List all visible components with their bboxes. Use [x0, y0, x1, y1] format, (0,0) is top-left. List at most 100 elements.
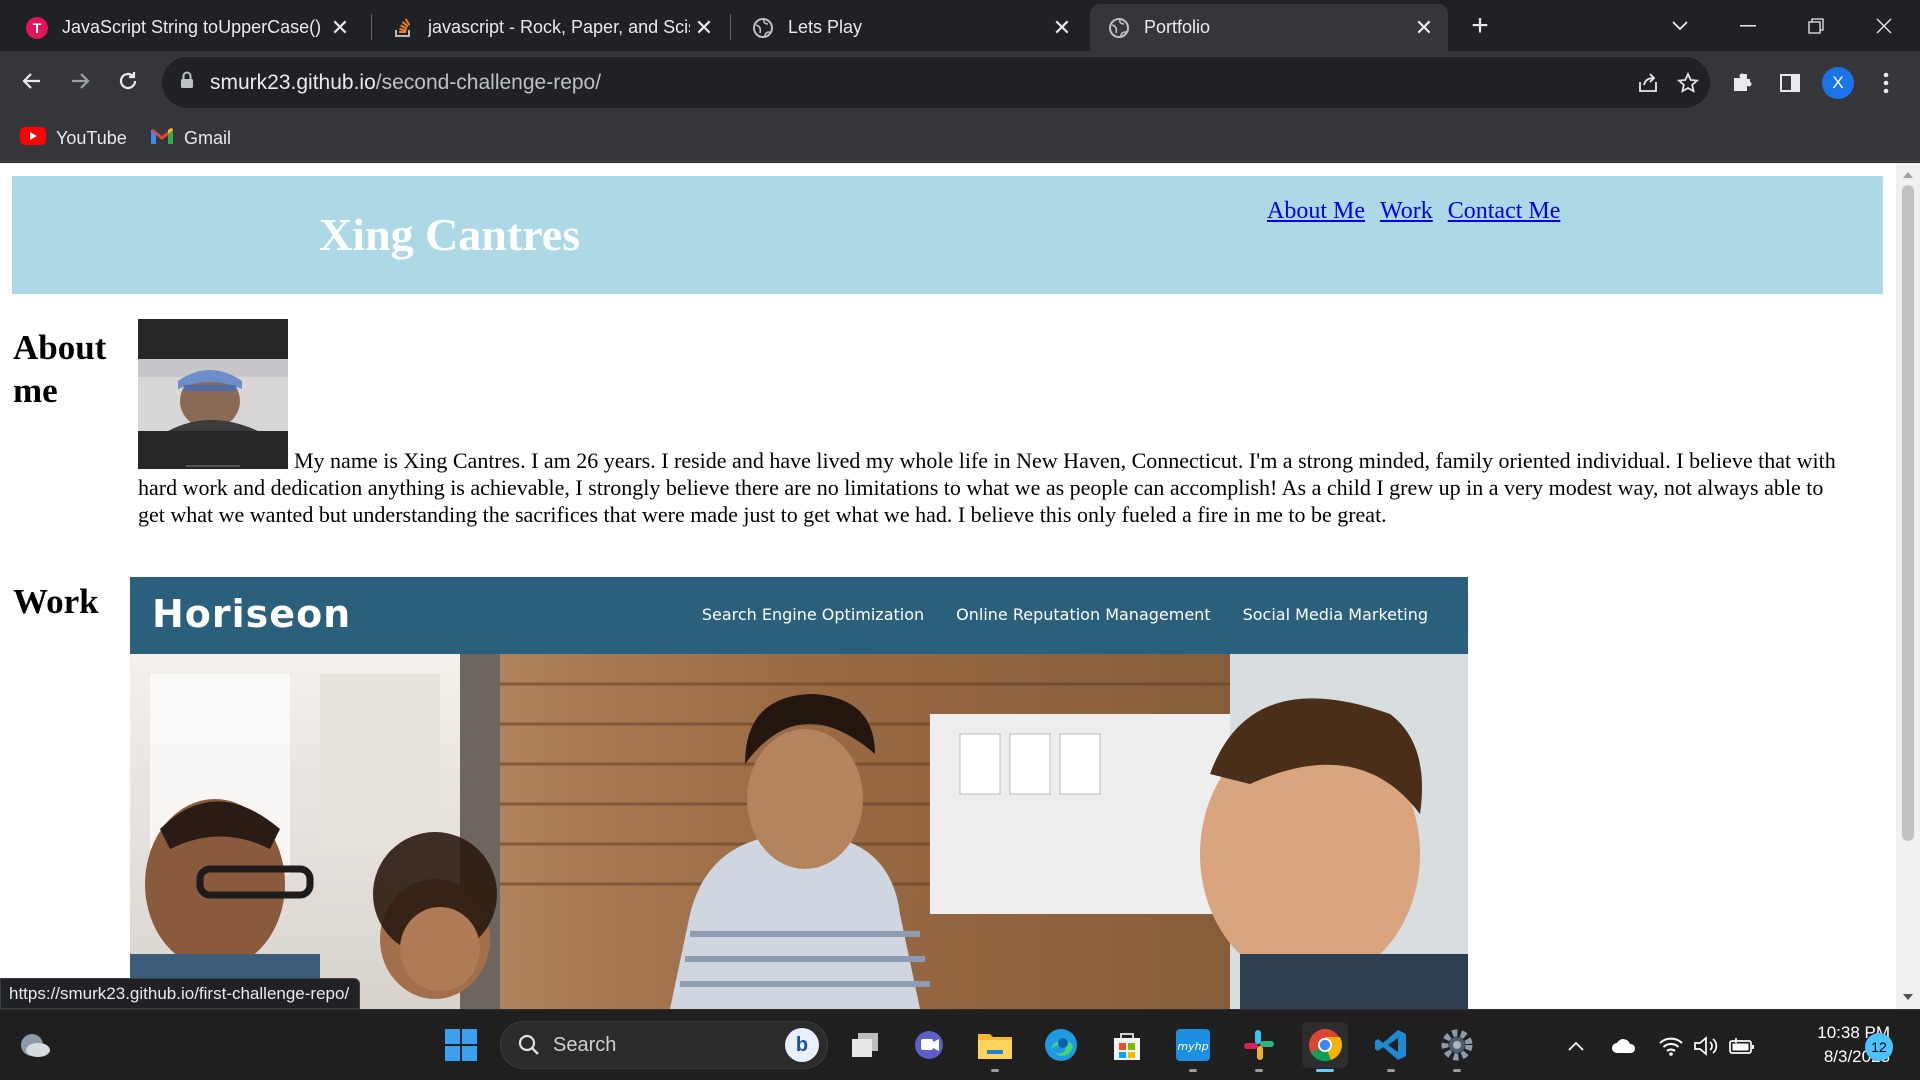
nav-link-about-me[interactable]: About Me — [1267, 198, 1365, 225]
nav-link-work[interactable]: Work — [1380, 198, 1433, 225]
bookmark-star-icon[interactable] — [1672, 67, 1704, 99]
close-icon[interactable]: ✕ — [1048, 14, 1076, 42]
notification-badge[interactable]: 12 — [1865, 1033, 1893, 1061]
arrow-left-icon — [22, 73, 40, 89]
onedrive-icon[interactable] — [1610, 1032, 1638, 1060]
close-icon[interactable]: ✕ — [1410, 14, 1438, 42]
page-scrollbar[interactable] — [1896, 163, 1920, 1009]
running-indicator — [1189, 1069, 1197, 1072]
project-nav-item: Online Reputation Management — [956, 605, 1211, 624]
address-bar[interactable]: smurk23.github.io/second-challenge-repo/ — [162, 57, 1710, 108]
tab-strip: T JavaScript String toUpperCase() M ✕ ja… — [0, 0, 1920, 51]
search-icon — [518, 1034, 539, 1055]
tab-title: Portfolio — [1144, 17, 1211, 37]
url-text[interactable]: smurk23.github.io/second-challenge-repo/ — [210, 71, 601, 95]
tab-javascript-touppercase[interactable]: T JavaScript String toUpperCase() M ✕ — [8, 4, 364, 51]
running-indicator — [1255, 1069, 1263, 1072]
taskbar: Search b myhp 10:38 PM 8/3/2023 12 — [0, 1009, 1920, 1080]
tab-separator — [730, 14, 731, 40]
close-icon[interactable]: ✕ — [690, 14, 718, 42]
taskbar-search[interactable]: Search b — [500, 1021, 828, 1069]
t-logo-icon: T — [26, 16, 48, 39]
avatar-initial: X — [1822, 67, 1854, 99]
youtube-icon — [20, 126, 46, 150]
tab-lets-play[interactable]: Lets Play ✕ — [734, 4, 1086, 51]
about-text: My name is Xing Cantres. I am 26 years. … — [138, 448, 1836, 527]
file-explorer-icon[interactable] — [972, 1022, 1018, 1072]
work-heading: Work — [13, 582, 99, 621]
site-header: Xing Cantres About Me Work Contact Me — [12, 176, 1883, 294]
tab-title: javascript - Rock, Paper, and Sciss — [428, 17, 690, 37]
profile-avatar[interactable]: X — [1820, 65, 1856, 101]
tab-title: Lets Play — [788, 17, 863, 37]
minimize-button[interactable] — [1728, 8, 1768, 44]
project-logo: Horiseon — [152, 592, 352, 636]
reload-button[interactable] — [108, 61, 148, 101]
bookmark-gmail[interactable]: Gmail — [150, 123, 231, 153]
url-path: /second-challenge-repo/ — [375, 70, 602, 94]
project-nav-item: Social Media Marketing — [1242, 605, 1428, 624]
link-status-bubble: https://smurk23.github.io/first-challeng… — [0, 978, 361, 1009]
myhp-icon[interactable]: myhp — [1170, 1022, 1216, 1072]
bookmark-youtube[interactable]: YouTube — [20, 123, 127, 153]
share-icon[interactable] — [1632, 67, 1664, 99]
vscode-icon[interactable] — [1368, 1022, 1414, 1072]
battery-icon[interactable] — [1728, 1032, 1756, 1060]
scroll-thumb[interactable] — [1902, 185, 1914, 841]
project-nav: Search Engine Optimization Online Reputa… — [702, 605, 1428, 624]
scroll-up-icon[interactable] — [1903, 172, 1913, 178]
bookmarks-bar: YouTube Gmail — [0, 114, 1920, 162]
edge-icon[interactable] — [1038, 1022, 1084, 1068]
restore-button[interactable] — [1796, 8, 1836, 44]
menu-kebab-icon[interactable] — [1868, 65, 1904, 101]
tab-portfolio[interactable]: Portfolio ✕ — [1090, 4, 1448, 51]
chevron-up-icon[interactable] — [1562, 1032, 1590, 1060]
slack-icon[interactable] — [1236, 1022, 1282, 1072]
scroll-down-icon[interactable] — [1903, 994, 1913, 1000]
page-viewport: Xing Cantres About Me Work Contact Me Ab… — [0, 163, 1920, 1009]
bookmark-label: Gmail — [184, 127, 232, 148]
running-indicator — [1387, 1069, 1395, 1072]
browser-toolbar: smurk23.github.io/second-challenge-repo/… — [0, 51, 1920, 114]
project-hero-photo — [130, 654, 1468, 1009]
tab-search-button[interactable] — [1664, 10, 1696, 42]
copilot-icon[interactable]: b — [785, 1028, 819, 1062]
svg-text:myhp: myhp — [1177, 1040, 1208, 1053]
forward-button[interactable] — [60, 61, 100, 101]
site-nav: About Me Work Contact Me — [1267, 198, 1560, 225]
tab-separator — [371, 14, 372, 40]
globe-icon — [1108, 17, 1130, 39]
about-heading: About me — [13, 328, 107, 410]
settings-icon[interactable] — [1434, 1022, 1480, 1072]
store-icon[interactable] — [1104, 1022, 1150, 1068]
volume-icon[interactable] — [1692, 1032, 1720, 1060]
arrow-right-icon — [72, 73, 90, 89]
wifi-icon[interactable] — [1657, 1032, 1685, 1060]
side-panel-icon[interactable] — [1772, 65, 1808, 101]
close-window-button[interactable] — [1864, 8, 1904, 44]
work-project-screenshot[interactable]: Horiseon Search Engine Optimization Onli… — [130, 577, 1468, 1009]
teams-icon[interactable] — [906, 1022, 952, 1068]
close-icon[interactable]: ✕ — [326, 14, 354, 42]
task-view-icon[interactable] — [842, 1022, 888, 1068]
start-icon[interactable] — [438, 1022, 484, 1068]
new-tab-button[interactable]: + — [1462, 8, 1498, 44]
reload-icon — [119, 72, 137, 90]
globe-icon — [752, 17, 774, 39]
url-host: smurk23.github.io — [210, 70, 376, 94]
back-button[interactable] — [12, 61, 52, 101]
weather-widget-icon[interactable] — [12, 1022, 58, 1068]
tab-title: JavaScript String toUpperCase() M — [62, 17, 326, 37]
lock-icon[interactable] — [180, 71, 194, 94]
gmail-icon — [150, 127, 174, 150]
running-indicator — [1316, 1069, 1334, 1072]
screen: T JavaScript String toUpperCase() M ✕ ja… — [0, 0, 1920, 1080]
search-placeholder: Search — [553, 1033, 617, 1056]
extensions-icon[interactable] — [1724, 65, 1760, 101]
chevron-down-icon — [1672, 21, 1688, 31]
project-nav-item: Search Engine Optimization — [701, 605, 925, 624]
tab-rock-paper-scissors[interactable]: javascript - Rock, Paper, and Sciss ✕ — [374, 4, 728, 51]
nav-link-contact-me[interactable]: Contact Me — [1448, 198, 1561, 225]
stackoverflow-icon — [392, 17, 414, 39]
chrome-icon[interactable] — [1302, 1022, 1348, 1072]
